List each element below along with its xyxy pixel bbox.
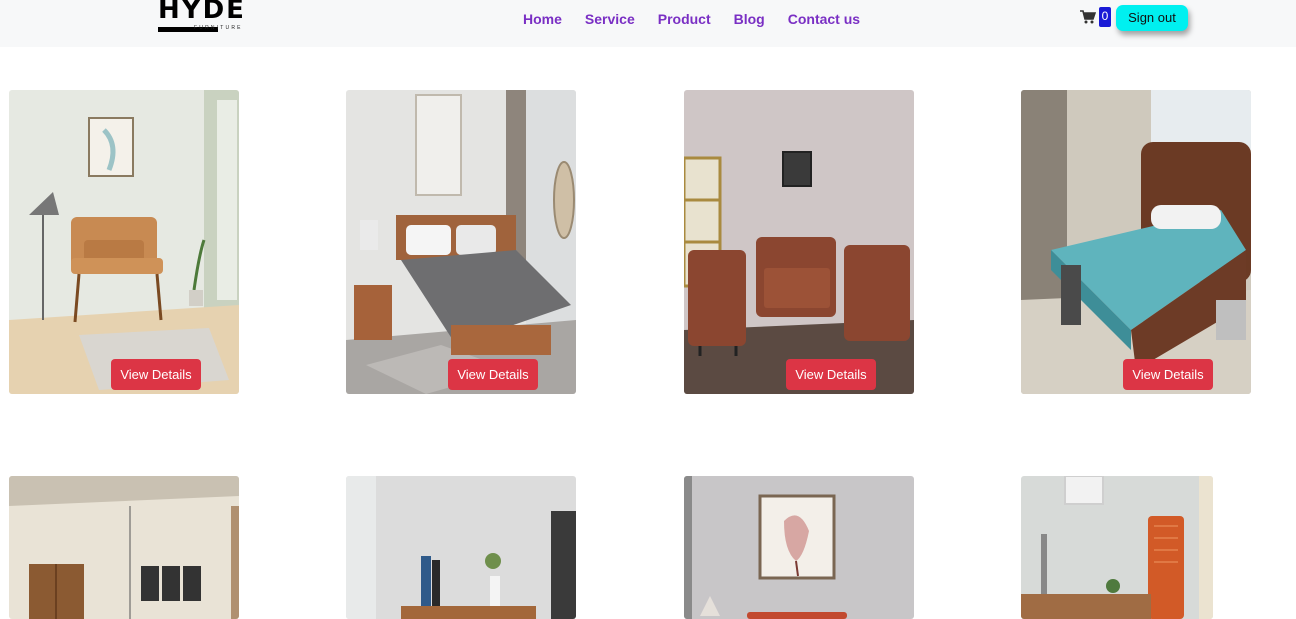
- product-card: View Details: [9, 90, 239, 394]
- product-card: [346, 476, 576, 619]
- nav-links: Home Service Product Blog Contact us: [523, 10, 883, 28]
- nav-link-product[interactable]: Product: [658, 10, 711, 28]
- cart-count-badge: 0: [1099, 7, 1111, 27]
- product-image-office-chair: [1021, 476, 1213, 619]
- product-card: View Details: [684, 90, 914, 394]
- product-image-armchair: [9, 90, 239, 394]
- view-details-button[interactable]: View Details: [448, 359, 538, 390]
- view-details-button[interactable]: View Details: [111, 359, 201, 390]
- view-details-button[interactable]: View Details: [1123, 359, 1213, 390]
- brand-logo[interactable]: HYDE FURNITURE: [158, 0, 274, 36]
- product-image-sofa: [684, 90, 914, 394]
- nav-link-contact[interactable]: Contact us: [788, 10, 860, 28]
- product-image-wardrobe: [9, 476, 239, 619]
- navbar: HYDE FURNITURE Home Service Product Blog…: [0, 0, 1296, 47]
- sign-out-button[interactable]: Sign out: [1116, 5, 1188, 31]
- product-image-desk: [346, 476, 576, 619]
- product-image-sofa-flower: [684, 476, 914, 619]
- product-card: [9, 476, 239, 619]
- cart-button[interactable]: 0: [1080, 7, 1111, 27]
- product-card: View Details: [346, 90, 576, 394]
- product-image-mattress-bed: [1021, 90, 1251, 394]
- cart-icon: [1080, 10, 1096, 24]
- nav-link-blog[interactable]: Blog: [734, 10, 765, 28]
- product-image-bed: [346, 90, 576, 394]
- nav-link-home[interactable]: Home: [523, 10, 562, 28]
- view-details-button[interactable]: View Details: [786, 359, 876, 390]
- product-card: [1021, 476, 1213, 619]
- product-card: View Details: [1021, 90, 1251, 394]
- nav-link-service[interactable]: Service: [585, 10, 635, 28]
- product-card: [684, 476, 914, 619]
- brand-name: HYDE: [158, 0, 246, 25]
- brand-tagline: FURNITURE: [194, 25, 243, 31]
